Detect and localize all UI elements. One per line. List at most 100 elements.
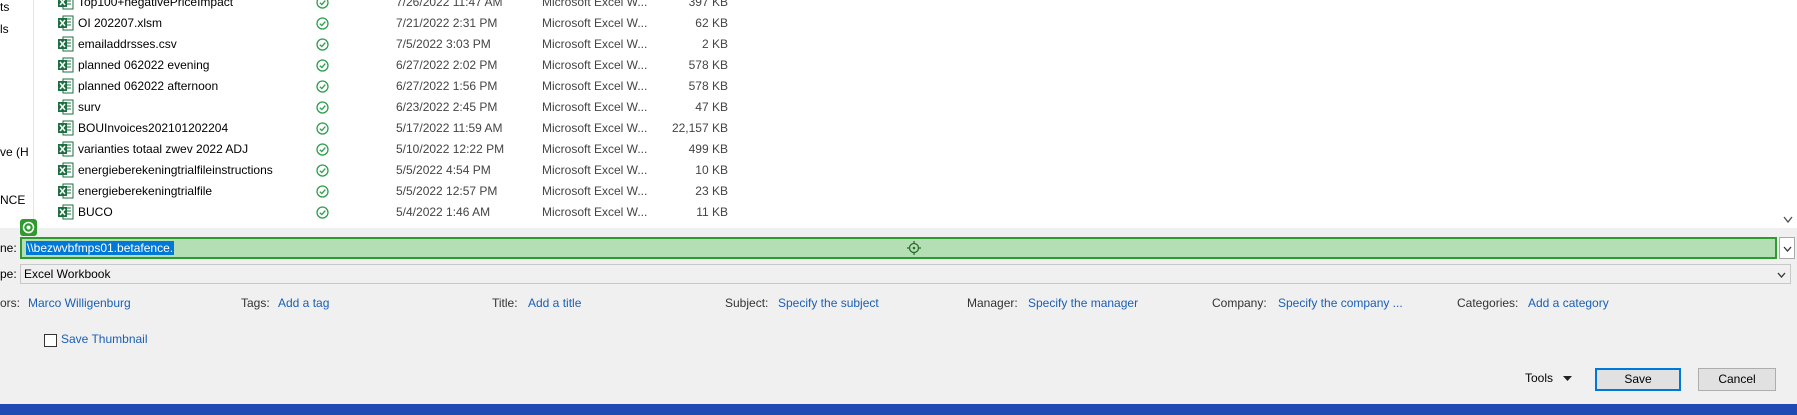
target-badge-icon	[20, 219, 37, 236]
file-name-row: ne: \\bezwvbfmps01.betafence.	[0, 237, 1797, 259]
taskbar	[0, 404, 1797, 415]
excel-file-icon	[58, 204, 74, 220]
save-thumbnail-label[interactable]: Save Thumbnail	[61, 332, 148, 346]
subject-label: Subject:	[725, 296, 769, 310]
sync-ok-icon	[316, 185, 329, 198]
file-type: Microsoft Excel W...	[542, 142, 648, 156]
authors-label: ors:	[0, 296, 21, 310]
save-as-type-label: pe:	[0, 267, 17, 281]
excel-file-icon	[58, 0, 74, 10]
categories-field[interactable]: Add a category	[1528, 296, 1609, 310]
file-name[interactable]: energieberekeningtrialfile	[78, 184, 212, 198]
nav-item[interactable]: ts	[0, 0, 9, 14]
sync-ok-icon	[316, 143, 329, 156]
title-field[interactable]: Add a title	[528, 296, 581, 310]
file-name[interactable]: energieberekeningtrialfileinstructions	[78, 163, 273, 177]
file-date: 5/5/2022 12:57 PM	[396, 184, 498, 198]
file-list[interactable]: Top100+negativePriceImpact 7/26/2022 11:4…	[34, 0, 1779, 228]
nav-item[interactable]: ls	[0, 22, 9, 36]
file-size: 23 KB	[695, 184, 728, 198]
file-name[interactable]: BUCO	[78, 205, 113, 219]
file-date: 5/10/2022 12:22 PM	[396, 142, 505, 156]
excel-file-icon	[58, 141, 74, 157]
navigation-pane[interactable]: ts ls ve (H NCE	[0, 0, 34, 228]
file-size: 2 KB	[701, 37, 728, 51]
save-as-type-select[interactable]: Excel Workbook	[20, 264, 1791, 284]
subject-field[interactable]: Specify the subject	[778, 296, 879, 310]
file-name[interactable]: planned 062022 afternoon	[78, 79, 218, 93]
file-type: Microsoft Excel W...	[542, 58, 648, 72]
manager-field[interactable]: Specify the manager	[1028, 296, 1138, 310]
file-date: 6/27/2022 2:02 PM	[396, 58, 498, 72]
file-row[interactable]: OI 202207.xlsm 7/21/2022 2:31 PM Microsoft…	[34, 13, 734, 34]
file-type: Microsoft Excel W...	[542, 0, 648, 9]
file-type: Microsoft Excel W...	[542, 205, 648, 219]
tags-label: Tags:	[241, 296, 270, 310]
file-name[interactable]: varianties totaal zwev 2022 ADJ	[78, 142, 248, 156]
manager-label: Manager:	[967, 296, 1018, 310]
file-name[interactable]: BOUInvoices202101202204	[78, 121, 228, 135]
file-date: 7/5/2022 3:03 PM	[396, 37, 491, 51]
file-name[interactable]: Top100+negativePriceImpact	[78, 0, 233, 9]
file-name-dropdown-button[interactable]	[1779, 237, 1795, 259]
file-row[interactable]: planned 062022 afternoon 6/27/2022 1:56 P…	[34, 76, 734, 97]
sync-ok-icon	[316, 59, 329, 72]
save-button[interactable]: Save	[1595, 368, 1681, 391]
excel-file-icon	[58, 15, 74, 31]
nav-item[interactable]: NCE	[0, 193, 25, 207]
excel-file-icon	[58, 57, 74, 73]
file-size: 499 KB	[688, 142, 728, 156]
file-row[interactable]: surv 6/23/2022 2:45 PM Microsoft Excel W..…	[34, 97, 734, 118]
tools-menu-button[interactable]: Tools	[1525, 371, 1573, 389]
file-browser: ts ls ve (H NCE Top100+negativePriceImpa…	[0, 0, 1797, 228]
categories-label: Categories:	[1457, 296, 1519, 310]
file-type: Microsoft Excel W...	[542, 16, 648, 30]
scroll-down-icon[interactable]	[1783, 216, 1793, 224]
file-name[interactable]: surv	[78, 100, 101, 114]
file-row[interactable]: emailaddrsses.csv 7/5/2022 3:03 PM Microso…	[34, 34, 734, 55]
file-type: Microsoft Excel W...	[542, 79, 648, 93]
company-label: Company:	[1212, 296, 1267, 310]
authors-field[interactable]: Marco Willigenburg	[28, 296, 131, 310]
save-as-type-value: Excel Workbook	[24, 267, 111, 281]
file-size: 578 KB	[688, 79, 728, 93]
file-row[interactable]: BUCO 5/4/2022 1:46 AM Microsoft Excel W...…	[34, 202, 734, 223]
excel-file-icon	[58, 162, 74, 178]
file-size: 62 KB	[695, 16, 728, 30]
company-field[interactable]: Specify the company ...	[1278, 296, 1403, 310]
file-row[interactable]: Top100+negativePriceImpact 7/26/2022 11:4…	[34, 0, 734, 13]
cancel-button[interactable]: Cancel	[1698, 368, 1776, 391]
file-row[interactable]: planned 062022 evening 6/27/2022 2:02 PM M…	[34, 55, 734, 76]
caret-down-icon	[1563, 376, 1573, 382]
chevron-down-icon	[1783, 246, 1792, 252]
document-properties: ors: Marco Willigenburg Tags: Add a tag …	[0, 296, 1797, 314]
nav-item[interactable]: ve (H	[0, 145, 29, 159]
excel-file-icon	[58, 99, 74, 115]
file-type: Microsoft Excel W...	[542, 100, 648, 114]
file-name-value[interactable]: \\bezwvbfmps01.betafence.	[26, 241, 175, 255]
file-date: 6/27/2022 1:56 PM	[396, 79, 498, 93]
file-size: 22,157 KB	[671, 121, 728, 135]
file-type: Microsoft Excel W...	[542, 163, 648, 177]
file-date: 5/5/2022 4:54 PM	[396, 163, 491, 177]
sync-ok-icon	[316, 0, 329, 9]
file-row[interactable]: energieberekeningtrialfile 5/5/2022 12:57…	[34, 181, 734, 202]
sync-ok-icon	[316, 164, 329, 177]
file-size: 11 KB	[696, 205, 728, 219]
file-name-label: ne:	[0, 241, 17, 255]
file-row[interactable]: varianties totaal zwev 2022 ADJ 5/10/2022…	[34, 139, 734, 160]
sync-ok-icon	[316, 80, 329, 93]
file-type: Microsoft Excel W...	[542, 37, 648, 51]
save-thumbnail-checkbox[interactable]	[44, 334, 57, 347]
file-name-input[interactable]: \\bezwvbfmps01.betafence.	[20, 237, 1777, 259]
tags-field[interactable]: Add a tag	[278, 296, 329, 310]
file-size: 10 KB	[695, 163, 728, 177]
file-name[interactable]: OI 202207.xlsm	[78, 16, 162, 30]
file-row[interactable]: BOUInvoices202101202204 5/17/2022 11:59 A…	[34, 118, 734, 139]
file-row[interactable]: energieberekeningtrialfileinstructions 5/…	[34, 160, 734, 181]
file-size: 47 KB	[695, 100, 728, 114]
vertical-scrollbar[interactable]	[1779, 0, 1797, 228]
excel-file-icon	[58, 78, 74, 94]
file-name[interactable]: planned 062022 evening	[78, 58, 209, 72]
file-name[interactable]: emailaddrsses.csv	[78, 37, 177, 51]
